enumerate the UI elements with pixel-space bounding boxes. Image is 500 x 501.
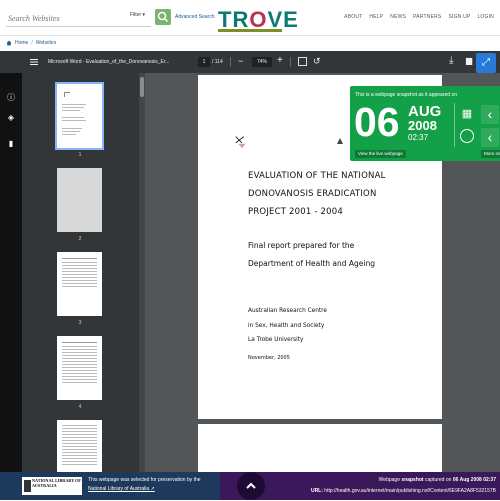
page-thumbnail-3[interactable] [57, 252, 102, 316]
logo-underline [218, 29, 282, 32]
doc-subtitle-line-2: Department of Health and Ageing [248, 259, 375, 268]
search-input[interactable] [8, 9, 123, 27]
snapshot-caption: This is a webpage snapshot as it appeare… [355, 92, 458, 98]
nav-partners[interactable]: PARTNERS [413, 14, 441, 20]
nav-sign-up[interactable]: SIGN UP [448, 14, 470, 20]
snapshot-day: 06 [354, 99, 400, 145]
nla-logo[interactable]: NATIONAL LIBRARY OF AUSTRALIA [22, 477, 82, 495]
rotate-icon[interactable]: ↺ [313, 56, 321, 67]
scroll-up-button[interactable] [237, 472, 265, 500]
menu-icon[interactable] [29, 57, 39, 67]
page-thumbnail-2[interactable] [57, 168, 102, 232]
footer-selected-text: This webpage was selected for preservati… [88, 477, 201, 483]
footer-nla-section: NATIONAL LIBRARY OF AUSTRALIA This webpa… [0, 472, 220, 500]
doc-subtitle-line-1: Final report prepared for the [248, 241, 355, 250]
doc-title-line-1: EVALUATION OF THE NATIONAL [248, 171, 386, 181]
page-thumbnail-1[interactable] [55, 82, 104, 150]
snapshot-year: 2008 [408, 118, 437, 133]
nla-link-text: National Library of Australia [88, 486, 150, 492]
url-label: URL: [310, 488, 323, 494]
previous-snapshot-icon[interactable]: ‹ [481, 105, 499, 124]
url-value[interactable]: http://health.gov.au/internet/main/publi… [324, 488, 496, 494]
capture-bold: snapshot [401, 477, 424, 483]
left-rail: ⓘ ◈ ▮ [0, 73, 22, 500]
doc-org-line-3: La Trobe University [248, 337, 304, 343]
home-icon [6, 40, 12, 46]
capture-prefix: Webpage [378, 477, 400, 483]
nav-about[interactable]: ABOUT [344, 14, 362, 20]
snapshot-panel: This is a webpage snapshot as it appeare… [350, 86, 500, 161]
external-link-icon: ↗ [150, 486, 155, 492]
fit-page-icon[interactable] [298, 57, 307, 66]
thumbnail-label: 4 [78, 404, 82, 410]
breadcrumb: Home / Websites [6, 38, 56, 48]
download-icon[interactable]: ⤓ [449, 55, 453, 66]
capture-date: 06 Aug 2008 02:37 [452, 477, 496, 483]
nav-help[interactable]: HELP [369, 14, 383, 20]
info-icon[interactable]: ⓘ [6, 93, 16, 103]
main-nav: ABOUT HELP NEWS PARTNERS SIGN UP LOGIN [344, 14, 494, 20]
bookmark-icon[interactable]: ▮ [6, 139, 16, 149]
layers-icon[interactable]: ◈ [6, 113, 16, 123]
snapshot-time: 02:37 [408, 133, 429, 142]
breadcrumb-separator: / [31, 40, 33, 46]
toolbar-divider [290, 57, 291, 67]
doc-date: November, 2005 [248, 355, 290, 361]
capture-info: Webpage snapshot captured on 06 Aug 2008… [379, 477, 496, 483]
small-mark [337, 138, 343, 144]
top-bar: Filter ▾ Advanced Search TROVE ABOUT HEL… [0, 0, 500, 36]
doc-title-line-2: DONOVANOSIS ERADICATION [248, 189, 377, 199]
breadcrumb-home[interactable]: Home [15, 40, 28, 46]
doc-title-line-3: PROJECT 2001 - 2004 [248, 207, 343, 217]
history-icon[interactable] [460, 129, 474, 143]
doc-org-line-2: in Sex, Health and Society [248, 323, 325, 329]
thumbnail-label: 3 [78, 320, 82, 326]
capture-url: URL: http://health.gov.au/internet/main/… [311, 488, 496, 494]
calendar-icon[interactable]: ▦ [460, 107, 474, 121]
page-number-input[interactable]: 1 [198, 57, 210, 67]
print-icon[interactable]: ▆ [466, 56, 472, 65]
thumbnail-scrollbar[interactable] [139, 73, 145, 500]
document-title: Microsoft Word - Evaluation_of_the_Donov… [48, 59, 170, 65]
search-button[interactable] [155, 9, 171, 25]
breadcrumb-websites[interactable]: Websites [36, 40, 56, 46]
filter-button[interactable]: Filter ▾ [130, 12, 145, 18]
page-thumbnail-4[interactable] [57, 336, 102, 400]
university-logo [235, 136, 246, 149]
capture-mid: captured on [425, 477, 452, 483]
crest-icon [24, 480, 31, 492]
page-count: / 114 [212, 59, 223, 65]
first-snapshot-icon[interactable]: ‹ [481, 128, 499, 147]
nla-link[interactable]: National Library of Australia ↗ [88, 486, 155, 492]
viewer-toolbar: Microsoft Word - Evaluation_of_the_Donov… [0, 51, 500, 73]
chevron-up-icon [246, 482, 256, 489]
zoom-level-input[interactable]: 74% [252, 57, 272, 67]
thumbnail-label: 1 [78, 152, 82, 158]
doc-org-line-1: Australian Research Centre [248, 308, 327, 314]
advanced-search-link[interactable]: Advanced Search [175, 14, 214, 20]
nav-login[interactable]: LOGIN [477, 14, 494, 20]
zoom-in-button[interactable]: + [277, 55, 283, 66]
thumbnail-scroll-thumb[interactable] [140, 77, 144, 97]
nav-news[interactable]: NEWS [390, 14, 406, 20]
search-icon [157, 11, 169, 23]
nla-logo-text: NATIONAL LIBRARY OF AUSTRALIA [32, 478, 81, 488]
toolbar-divider [230, 57, 231, 67]
view-live-webpage-button[interactable]: View the live webpage [355, 150, 406, 158]
zoom-out-button[interactable]: − [238, 56, 243, 66]
more-snapshots-button[interactable]: More sn [481, 150, 500, 158]
expand-icon[interactable]: ⤢ [476, 53, 496, 73]
thumbnail-label: 2 [78, 236, 82, 242]
footer: NATIONAL LIBRARY OF AUSTRALIA This webpa… [0, 472, 500, 500]
